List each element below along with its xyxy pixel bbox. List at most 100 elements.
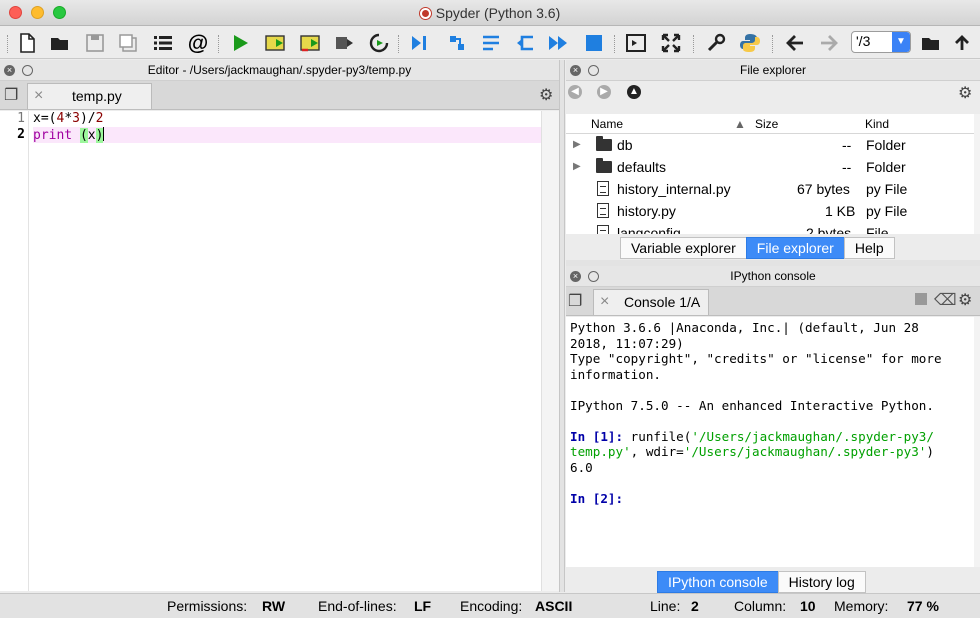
wrench-icon[interactable]: [704, 31, 728, 55]
back-arrow-icon[interactable]: [783, 31, 807, 55]
console-line: 2018, 11:07:29): [570, 336, 970, 352]
file-size: 2 bytes: [806, 222, 851, 234]
code-token: *: [64, 111, 72, 126]
tab-ipython-console[interactable]: IPython console: [657, 571, 778, 593]
file-row[interactable]: ▶ defaults -- Folder: [566, 156, 974, 178]
title-bar: Spyder (Python 3.6): [0, 0, 980, 26]
rerun-icon[interactable]: [367, 31, 391, 55]
sort-ascending-icon[interactable]: ▲: [734, 114, 746, 134]
undock-pane-icon[interactable]: [588, 65, 599, 76]
browse-tabs-icon[interactable]: ❐: [4, 85, 18, 105]
tab-history-log[interactable]: History log: [778, 571, 866, 593]
memory-value: 77 %: [907, 598, 939, 614]
file-name: defaults: [617, 156, 666, 178]
input-prompt[interactable]: In [2]:: [570, 491, 970, 507]
ipython-pane-title: × IPython console: [566, 266, 980, 287]
console-string: '/Users/jackmaughan/.spyder-py3': [684, 444, 927, 459]
console-text: , wdir=: [631, 444, 684, 459]
console-tab-1a[interactable]: × Console 1/A: [593, 289, 709, 315]
up-arrow-icon[interactable]: ▲: [627, 85, 641, 99]
gear-icon[interactable]: ⚙: [539, 85, 553, 105]
main-toolbar: @: [0, 27, 980, 59]
close-tab-icon[interactable]: ×: [34, 84, 43, 108]
code-token: [72, 128, 80, 143]
forward-arrow-icon[interactable]: ▶: [597, 85, 611, 99]
gear-icon[interactable]: ⚙: [958, 83, 972, 103]
close-pane-icon[interactable]: ×: [570, 271, 581, 282]
file-row[interactable]: langconfig 2 bytes File: [566, 222, 974, 234]
step-return-icon[interactable]: [513, 31, 537, 55]
tab-help[interactable]: Help: [844, 237, 895, 259]
console-scrollbar[interactable]: [974, 317, 980, 567]
save-file-icon[interactable]: [83, 31, 107, 55]
at-sign-icon[interactable]: @: [186, 31, 210, 55]
maximize-pane-icon[interactable]: [624, 31, 648, 55]
line-value: 2: [691, 598, 699, 614]
file-explorer-scrollbar[interactable]: [974, 114, 980, 234]
browse-tabs-icon[interactable]: ❐: [568, 291, 582, 311]
code-token: print: [33, 128, 72, 143]
list-icon[interactable]: [151, 31, 175, 55]
forward-arrow-icon[interactable]: [817, 31, 841, 55]
continue-icon[interactable]: [546, 31, 570, 55]
code-editor[interactable]: 1 2 x=(4*3)/2 print (x): [0, 111, 559, 591]
eol-label: End-of-lines:: [318, 594, 397, 618]
eraser-icon[interactable]: ⌫: [934, 290, 957, 310]
step-icon[interactable]: [445, 31, 469, 55]
tab-file-explorer[interactable]: File explorer: [746, 237, 844, 259]
python-icon[interactable]: [738, 31, 762, 55]
parent-dir-icon[interactable]: [950, 31, 974, 55]
column-header-kind[interactable]: Kind: [865, 114, 889, 134]
code-line-1[interactable]: x=(4*3)/2: [33, 111, 541, 127]
browse-folder-icon[interactable]: [919, 31, 943, 55]
close-tab-icon[interactable]: ×: [600, 290, 609, 314]
encoding-value: ASCII: [535, 598, 572, 614]
open-file-icon[interactable]: [48, 31, 72, 55]
toolbar-separator: [398, 35, 400, 53]
run-selection-icon[interactable]: [332, 31, 356, 55]
column-header-name[interactable]: Name: [591, 114, 623, 134]
column-header-size[interactable]: Size: [755, 114, 778, 134]
back-arrow-icon[interactable]: ◀: [568, 85, 582, 99]
vertical-splitter[interactable]: [559, 60, 565, 592]
editor-tab-temp-py[interactable]: × temp.py: [27, 83, 152, 109]
file-row[interactable]: history.py 1 KB py File: [566, 200, 974, 222]
undock-pane-icon[interactable]: [22, 65, 33, 76]
encoding-label: Encoding:: [460, 594, 522, 618]
code-line-2[interactable]: print (x): [33, 127, 541, 143]
close-pane-icon[interactable]: ×: [570, 65, 581, 76]
run-cell-icon[interactable]: [263, 31, 287, 55]
line-number: 1: [0, 111, 25, 127]
file-row[interactable]: ▶ db -- Folder: [566, 134, 974, 156]
code-text[interactable]: x=(4*3)/2 print (x): [33, 111, 541, 143]
tab-variable-explorer[interactable]: Variable explorer: [620, 237, 746, 259]
expand-triangle-icon[interactable]: ▶: [573, 134, 581, 156]
file-row[interactable]: history_internal.py 67 bytes py File: [566, 178, 974, 200]
fullscreen-icon[interactable]: [659, 31, 683, 55]
run-icon[interactable]: [228, 31, 252, 55]
stop-kernel-icon[interactable]: [915, 293, 927, 305]
editor-pane-title-text: Editor - /Users/jackmaughan/.spyder-py3/…: [148, 63, 411, 77]
chevron-down-icon[interactable]: ▼: [892, 32, 910, 52]
working-directory-combo[interactable]: '/3▼: [851, 31, 911, 53]
close-pane-icon[interactable]: ×: [4, 65, 15, 76]
gear-icon[interactable]: ⚙: [958, 290, 972, 310]
code-token: x: [88, 128, 96, 143]
run-cell-advance-icon[interactable]: [298, 31, 322, 55]
file-kind: py File: [866, 178, 907, 200]
new-file-icon[interactable]: [15, 31, 39, 55]
ipython-title-text: IPython console: [730, 269, 815, 283]
debug-icon[interactable]: [408, 31, 432, 55]
console-output[interactable]: Python 3.6.6 |Anaconda, Inc.| (default, …: [566, 317, 974, 567]
console-line: IPython 7.5.0 -- An enhanced Interactive…: [570, 398, 970, 414]
undock-pane-icon[interactable]: [588, 271, 599, 282]
editor-tab-bar: ❐ × temp.py ⚙: [0, 81, 559, 110]
step-into-icon[interactable]: [479, 31, 503, 55]
stop-debug-icon[interactable]: [582, 31, 606, 55]
expand-triangle-icon[interactable]: ▶: [573, 156, 581, 178]
column-value: 10: [800, 598, 816, 614]
code-token: (: [80, 128, 88, 143]
editor-scrollbar[interactable]: [541, 111, 559, 591]
console-tab-label: Console 1/A: [624, 290, 700, 314]
save-all-icon[interactable]: [116, 31, 140, 55]
